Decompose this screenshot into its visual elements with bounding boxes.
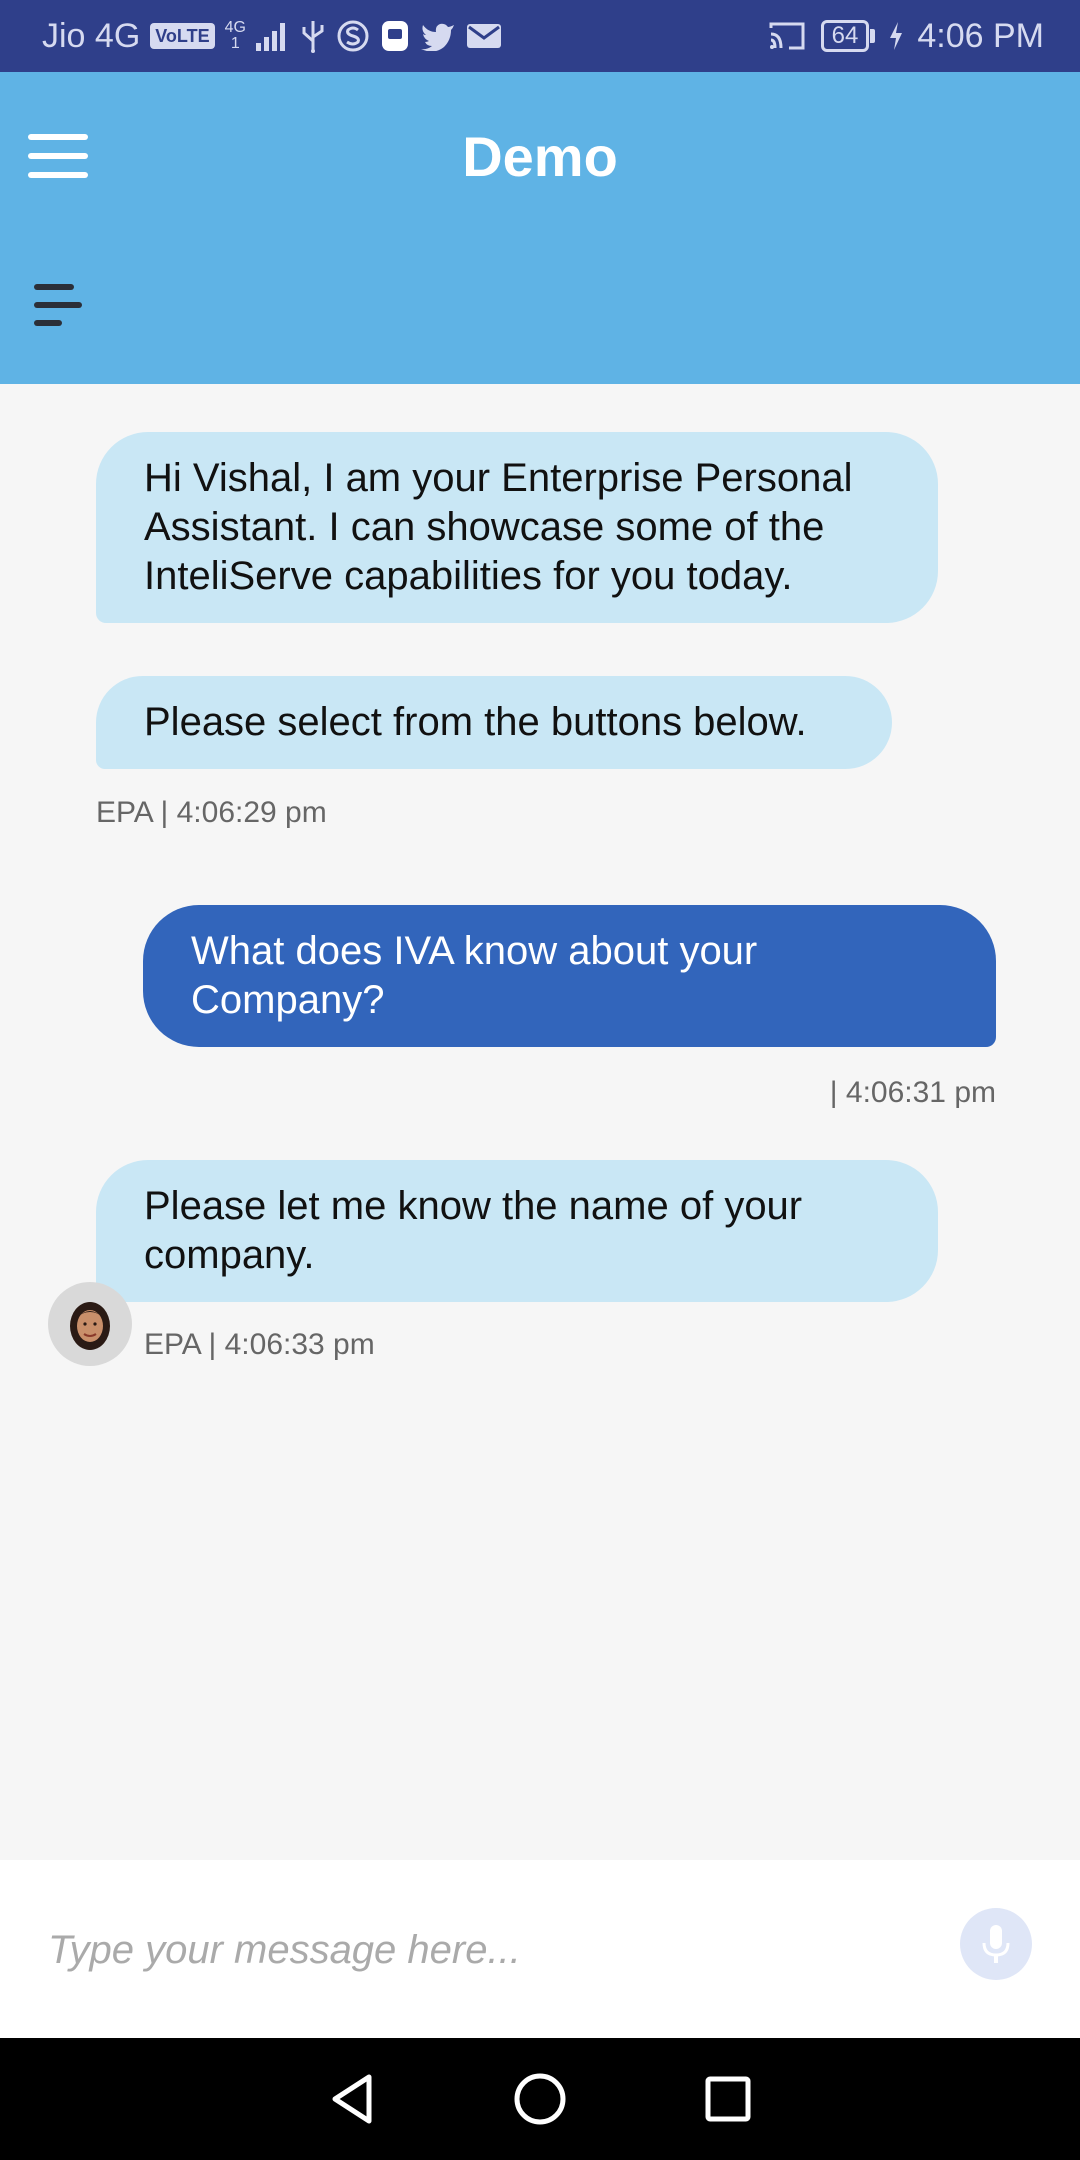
sub-menu-line [34,284,74,290]
message-meta: EPA | 4:06:29 pm [96,796,327,829]
twitter-icon [420,21,456,51]
skype-icon [336,19,370,53]
composer-bar [0,1860,1080,2038]
status-time: 4:06 PM [917,16,1044,55]
usb-icon [300,19,326,53]
mic-icon [982,1925,1010,1963]
user-message: What does IVA know about your Company? [143,905,996,1047]
network-type-top: 4G [224,19,246,36]
battery-indicator: 64 [820,20,876,52]
system-nav-bar [0,2038,1080,2160]
home-icon[interactable] [510,2069,570,2129]
bot-message: Please let me know the name of your comp… [96,1160,938,1302]
battery-tip [870,29,876,43]
page-title: Demo [462,125,618,188]
cast-icon [767,20,807,52]
sub-menu-icon[interactable] [34,284,82,330]
message-input[interactable] [48,1910,908,1990]
status-left: Jio 4G VoLTE 4G 1 [42,17,502,56]
message-meta: EPA | 4:06:33 pm [144,1328,375,1361]
mic-button[interactable] [960,1908,1032,1980]
app-icon [380,19,410,53]
network-type-bottom: 1 [230,35,240,52]
charging-icon [889,21,903,51]
sub-menu-line [34,302,82,308]
battery-level: 64 [820,20,870,52]
bot-avatar [48,1282,132,1366]
message-meta: | 4:06:31 pm [829,1076,996,1109]
signal-icon [255,21,290,51]
recents-icon[interactable] [698,2069,758,2129]
mail-icon [466,22,502,50]
bot-message: Please select from the buttons below. [96,676,892,769]
app-bar: Demo [0,72,1080,384]
status-bar: Jio 4G VoLTE 4G 1 64 4:06 PM [0,0,1080,72]
network-type: 4G 1 [225,20,246,52]
chat-thread: Hi Vishal, I am your Enterprise Personal… [0,384,1080,1860]
back-icon[interactable] [322,2069,382,2129]
status-right: 64 4:06 PM [767,17,1044,56]
carrier-label: Jio 4G [42,16,141,55]
sub-menu-line [34,320,62,326]
volte-badge: VoLTE [150,23,215,49]
bot-message: Hi Vishal, I am your Enterprise Personal… [96,432,938,623]
